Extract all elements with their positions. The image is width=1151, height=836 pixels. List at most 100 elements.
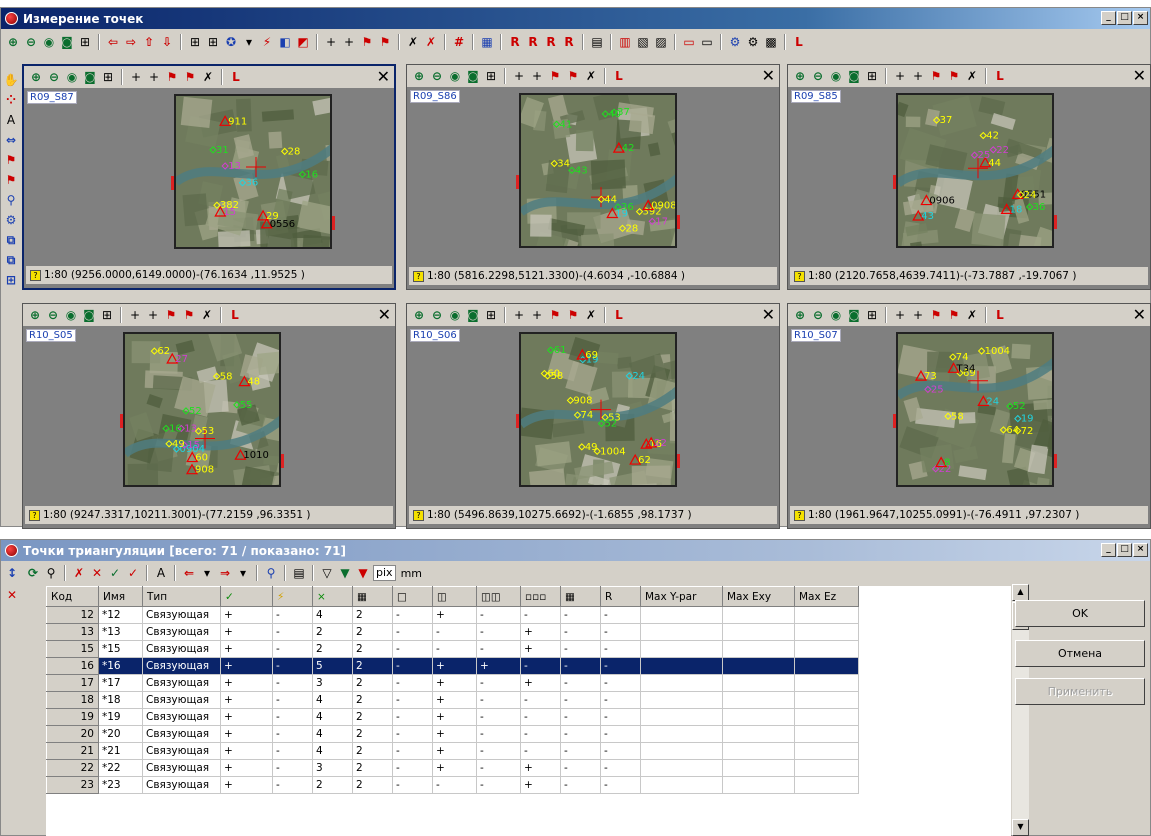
rename-icon[interactable]: A — [153, 565, 169, 581]
close-button[interactable]: × — [1133, 11, 1148, 25]
zoom-out-icon[interactable]: ⊖ — [46, 69, 62, 85]
export-icon[interactable]: ⇒ — [217, 565, 233, 581]
zoom-window-icon[interactable]: ◙ — [59, 34, 75, 50]
table-row[interactable]: 13 *13 Связующая + -2 2- - - + - - — [46, 623, 859, 641]
zoom-window-icon[interactable]: ◙ — [82, 69, 98, 85]
scroll-down-button[interactable]: ▼ — [1012, 819, 1029, 836]
zoom-window-icon[interactable]: ◙ — [846, 68, 862, 84]
l-icon[interactable]: L — [228, 69, 244, 85]
add-point-icon[interactable]: + — [511, 68, 527, 84]
measure-point-alt-icon[interactable]: ⚑ — [946, 68, 962, 84]
zoom-grid-icon[interactable]: ⊞ — [100, 69, 116, 85]
add-point-icon[interactable]: + — [892, 307, 908, 323]
close-button[interactable]: × — [1133, 543, 1148, 557]
aerial-image[interactable]: 13 27 16 52 53 48 0904 15 58 60 49 1010 62 908 55 — [123, 332, 281, 487]
close-pane-icon[interactable]: ✕ — [378, 306, 391, 324]
arrow-right-icon[interactable]: ⇨ — [123, 34, 139, 50]
zoom-fit-icon[interactable]: ◉ — [447, 68, 463, 84]
column-header[interactable]: R — [600, 586, 641, 607]
settings-alt-icon[interactable]: ⚙ — [745, 34, 761, 50]
scroll-up-button[interactable]: ▲ — [1012, 584, 1029, 601]
l-icon[interactable]: L — [227, 307, 243, 323]
zoom-fit-icon[interactable]: ◉ — [828, 307, 844, 323]
column-header[interactable]: Код — [46, 586, 99, 607]
zoom-window-icon[interactable]: ◙ — [846, 307, 862, 323]
delete-point-alt-icon[interactable]: ✗ — [423, 34, 439, 50]
add-image-icon[interactable]: ⊞ — [205, 34, 221, 50]
zoom-out-icon[interactable]: ⊖ — [23, 34, 39, 50]
sort-az-icon[interactable]: ↕ — [4, 565, 20, 581]
l-icon[interactable]: L — [992, 307, 1008, 323]
zoom-window-icon[interactable]: ◙ — [81, 307, 97, 323]
measure-point-icon[interactable]: ⚑ — [928, 68, 944, 84]
zoom-in-icon[interactable]: ⊕ — [5, 34, 21, 50]
r-query-icon[interactable]: R — [561, 34, 577, 50]
close-pane-icon[interactable]: ✕ — [762, 67, 775, 85]
zoom-fit-icon[interactable]: ◉ — [63, 307, 79, 323]
l-icon[interactable]: L — [611, 307, 627, 323]
close-pane-icon[interactable]: ✕ — [1133, 67, 1146, 85]
measure-point-icon[interactable]: ⚑ — [164, 69, 180, 85]
settings-icon[interactable]: ⚙ — [727, 34, 743, 50]
measure-point-icon[interactable]: ⚑ — [359, 34, 375, 50]
measure-left-icon[interactable]: ⚑ — [3, 152, 19, 168]
window-icon[interactable]: ▭ — [681, 34, 697, 50]
column-header[interactable]: ◫◫ — [476, 586, 521, 607]
flash-icon[interactable]: ⚡ — [259, 34, 275, 50]
add-point-alt-icon[interactable]: + — [145, 307, 161, 323]
column-header[interactable]: Max Ez — [794, 586, 859, 607]
column-header[interactable]: ▫▫▫ — [520, 586, 561, 607]
zoom-in-icon[interactable]: ⊕ — [27, 307, 43, 323]
table-row[interactable]: 21 *21 Связующая + -4 2- + - - - - — [46, 742, 859, 760]
close-pane-icon[interactable]: ✕ — [377, 68, 390, 86]
zoom-in-icon[interactable]: ⊕ — [28, 69, 44, 85]
add-point-icon[interactable]: + — [323, 34, 339, 50]
measure-left-alt-icon[interactable]: ⚑ — [3, 172, 19, 188]
grid-points-icon[interactable]: # — [451, 34, 467, 50]
zoom-out-icon[interactable]: ⊖ — [429, 307, 445, 323]
aerial-image[interactable]: 392 0908 44 40 36 42 28 17 41 19 34 43 37 — [519, 93, 677, 248]
arrow-down-icon[interactable]: ⇩ — [159, 34, 175, 50]
measure-point-icon[interactable]: ⚑ — [928, 307, 944, 323]
satellite-icon[interactable]: ✪ — [223, 34, 239, 50]
close-pane-icon[interactable]: ✕ — [762, 306, 775, 324]
unit-mm-toggle[interactable]: mm — [401, 567, 422, 580]
aerial-image[interactable]: 0906 44 0551 36 42 18 25 22 24 43 37 — [896, 93, 1054, 248]
measure-titlebar[interactable]: Измерение точек _ □ × — [1, 8, 1150, 29]
image-pane[interactable]: ⊕ ⊖ ◉ ◙ ⊞ + + ⚑ ⚑ ✗ L ✕ R10_S07 52 24 19 22 58 73 72 64 25 8 74… — [787, 303, 1151, 529]
image-pane[interactable]: ⊕ ⊖ ◉ ◙ ⊞ + + ⚑ ⚑ ✗ L ✕ R09_S86 392 0908 44 40 36 42 28 17 41… — [406, 64, 780, 290]
zoom-window-icon[interactable]: ◙ — [465, 68, 481, 84]
check-red-icon[interactable]: ✓ — [125, 565, 141, 581]
zoom-fit-icon[interactable]: ◉ — [64, 69, 80, 85]
apply-button[interactable]: Применить — [1015, 678, 1145, 705]
zoom-in-icon[interactable]: ⊕ — [411, 68, 427, 84]
zoom-in-icon[interactable]: ⊕ — [792, 307, 808, 323]
zoom-out-icon[interactable]: ⊖ — [429, 68, 445, 84]
add-point-alt-icon[interactable]: + — [529, 68, 545, 84]
delete-point-icon[interactable]: ✗ — [583, 68, 599, 84]
copy-icon[interactable]: ⧉ — [3, 232, 19, 248]
filter-clear-icon[interactable]: ✕ — [4, 587, 20, 603]
image-pane[interactable]: ⊕ ⊖ ◉ ◙ ⊞ + + ⚑ ⚑ ✗ L ✕ R10_S05 13 27 16 52 53 48 0904 15 58 6… — [22, 303, 396, 529]
zoom-grid-icon[interactable]: ⊞ — [483, 307, 499, 323]
arrow-up-icon[interactable]: ⇧ — [141, 34, 157, 50]
zoom-fit-icon[interactable]: ◉ — [41, 34, 57, 50]
residual-alt-icon[interactable]: R — [525, 34, 541, 50]
filter-on-icon[interactable]: ▼ — [337, 565, 353, 581]
link-mode-icon[interactable]: ⇔ — [3, 132, 19, 148]
measure-point-alt-icon[interactable]: ⚑ — [565, 307, 581, 323]
text-mode-icon[interactable]: A — [3, 112, 19, 128]
import-icon[interactable]: ⇐ — [181, 565, 197, 581]
zoom-grid-icon[interactable]: ⊞ — [864, 307, 880, 323]
layout-grid-icon[interactable]: ⊞ — [187, 34, 203, 50]
column-header[interactable]: × — [312, 586, 353, 607]
refresh-icon[interactable]: ⟳ — [25, 565, 41, 581]
add-point-alt-icon[interactable]: + — [910, 307, 926, 323]
export-icon[interactable]: ▩ — [763, 34, 779, 50]
delete-point-icon[interactable]: ✗ — [199, 307, 215, 323]
table-icon[interactable]: ▦ — [479, 34, 495, 50]
zoom-in-icon[interactable]: ⊕ — [792, 68, 808, 84]
table-row[interactable]: 23 *23 Связующая + -2 2- - - + - - — [46, 776, 859, 794]
table-row[interactable]: 17 *17 Связующая + -3 2- + - + - - — [46, 674, 859, 692]
table-row[interactable]: 12 *12 Связующая + -4 2- + - - - - — [46, 606, 859, 624]
